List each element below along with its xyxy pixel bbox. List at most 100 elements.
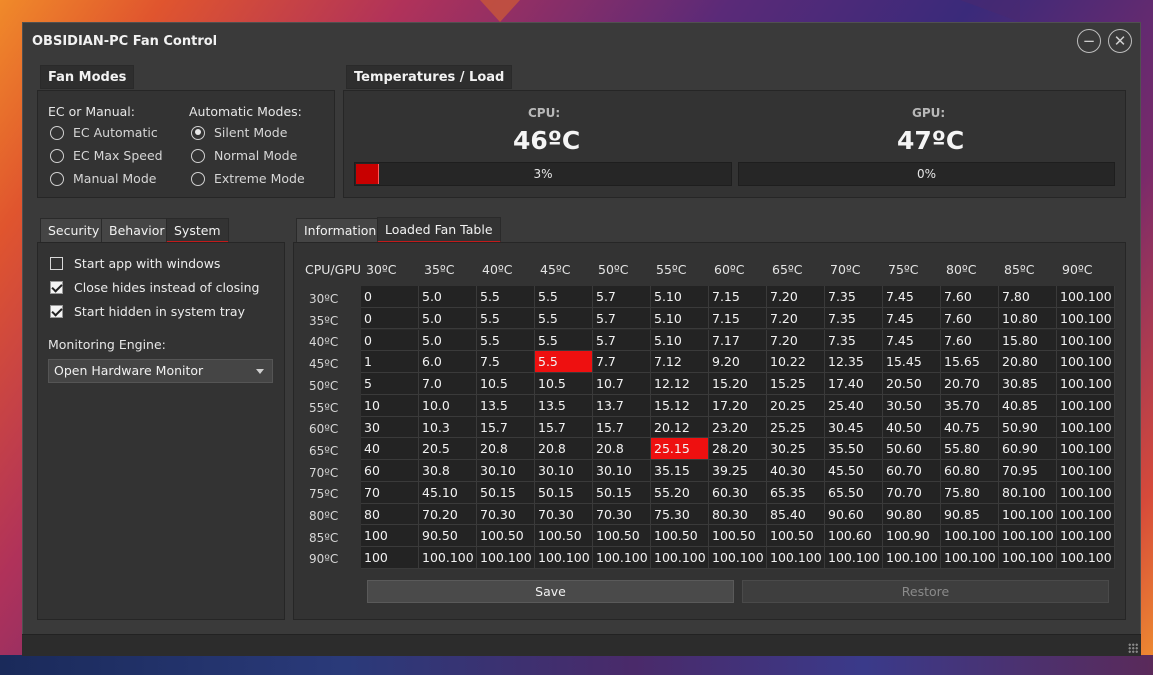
fan-table-cell[interactable]: 60.30 — [709, 481, 767, 504]
fan-table-cell[interactable]: 100.100 — [1057, 307, 1115, 330]
fan-table-cell[interactable]: 7.60 — [941, 286, 999, 308]
fan-table-cell[interactable]: 7.15 — [709, 307, 767, 330]
fan-table-cell[interactable]: 100.100 — [1057, 503, 1115, 526]
fan-table-cell[interactable]: 5.5 — [477, 307, 535, 330]
fan-table-cell[interactable]: 5.5 — [477, 329, 535, 352]
fan-table-cell[interactable]: 10.7 — [593, 373, 651, 395]
fan-table-cell[interactable]: 70.30 — [477, 503, 535, 526]
fan-table-cell[interactable]: 55.80 — [941, 438, 999, 461]
fan-table-cell[interactable]: 15.7 — [535, 416, 593, 439]
fan-table-cell[interactable]: 7.60 — [941, 329, 999, 352]
fan-table-cell[interactable]: 7.20 — [767, 286, 825, 308]
fan-table-cell[interactable]: 0 — [361, 286, 419, 308]
fan-table-cell[interactable]: 7.5 — [477, 351, 535, 373]
fan-table-cell[interactable]: 10.5 — [477, 373, 535, 395]
fan-table-cell[interactable]: 100.100 — [941, 547, 999, 569]
fan-table-cell[interactable]: 100.100 — [477, 547, 535, 569]
fan-table-cell[interactable]: 6.0 — [419, 351, 477, 373]
fan-table-cell[interactable]: 100.50 — [651, 525, 709, 548]
fan-table-cell[interactable]: 20.50 — [883, 373, 941, 395]
fan-table-cell[interactable]: 60 — [361, 460, 419, 482]
fan-table-cell[interactable]: 100.100 — [651, 547, 709, 569]
fan-table-cell[interactable]: 7.45 — [883, 329, 941, 352]
fan-table-cell[interactable]: 100.100 — [999, 547, 1057, 569]
fan-table-cell[interactable]: 1 — [361, 351, 419, 373]
checkbox-close-hides-instead-of-closing[interactable]: Close hides instead of closing — [50, 280, 259, 295]
fan-table-cell[interactable]: 5.5 — [535, 351, 593, 373]
fan-table-cell[interactable]: 35.50 — [825, 438, 883, 461]
fan-table-cell[interactable]: 70 — [361, 481, 419, 504]
tab-loaded-fan-table[interactable]: Loaded Fan Table — [377, 217, 501, 243]
fan-table-cell[interactable]: 50.90 — [999, 416, 1057, 439]
fan-table-cell[interactable]: 100 — [361, 547, 419, 569]
fan-table-cell[interactable]: 70.20 — [419, 503, 477, 526]
fan-table-cell[interactable]: 5.7 — [593, 307, 651, 330]
fan-table-cell[interactable]: 7.35 — [825, 329, 883, 352]
fan-table-cell[interactable]: 75.80 — [941, 481, 999, 504]
fan-table-cell[interactable]: 20.70 — [941, 373, 999, 395]
fan-table-cell[interactable]: 7.45 — [883, 286, 941, 308]
close-button[interactable]: ✕ — [1108, 29, 1132, 53]
fan-table-cell[interactable]: 100.100 — [709, 547, 767, 569]
fan-table-cell[interactable]: 30.10 — [477, 460, 535, 482]
fan-table-cell[interactable]: 5 — [361, 373, 419, 395]
fan-table-cell[interactable]: 20.80 — [999, 351, 1057, 373]
fan-table-cell[interactable]: 100.100 — [999, 503, 1057, 526]
fan-table-cell[interactable]: 7.35 — [825, 286, 883, 308]
fan-table-cell[interactable]: 15.20 — [709, 373, 767, 395]
fan-table-cell[interactable]: 100 — [361, 525, 419, 548]
fan-table-cell[interactable]: 25.40 — [825, 394, 883, 417]
ec-radio-ec-max-speed[interactable]: EC Max Speed — [50, 148, 163, 163]
fan-table-cell[interactable]: 5.0 — [419, 329, 477, 352]
fan-table-cell[interactable]: 17.20 — [709, 394, 767, 417]
fan-table-cell[interactable]: 12.35 — [825, 351, 883, 373]
fan-table-cell[interactable]: 7.15 — [709, 286, 767, 308]
fan-table-cell[interactable]: 9.20 — [709, 351, 767, 373]
fan-table-cell[interactable]: 45.10 — [419, 481, 477, 504]
fan-table-cell[interactable]: 85.40 — [767, 503, 825, 526]
fan-table-cell[interactable]: 100.100 — [1057, 394, 1115, 417]
fan-table-cell[interactable]: 100.100 — [1057, 373, 1115, 395]
tab-behavior[interactable]: Behavior — [101, 218, 173, 243]
fan-table-cell[interactable]: 5.10 — [651, 286, 709, 308]
fan-table-cell[interactable]: 15.80 — [999, 329, 1057, 352]
fan-table-cell[interactable]: 100.100 — [941, 525, 999, 548]
fan-table-cell[interactable]: 20.25 — [767, 394, 825, 417]
ec-radio-ec-automatic[interactable]: EC Automatic — [50, 125, 158, 140]
fan-table-cell[interactable]: 30.10 — [593, 460, 651, 482]
fan-table-cell[interactable]: 100.100 — [1057, 547, 1115, 569]
resize-grip-icon[interactable] — [1128, 643, 1138, 653]
fan-table-cell[interactable]: 50.60 — [883, 438, 941, 461]
tab-temperatures-load[interactable]: Temperatures / Load — [346, 65, 513, 89]
fan-table-cell[interactable]: 7.80 — [999, 286, 1057, 308]
fan-table-cell[interactable]: 100.50 — [767, 525, 825, 548]
fan-table-cell[interactable]: 50.15 — [477, 481, 535, 504]
fan-table-cell[interactable]: 100.100 — [593, 547, 651, 569]
fan-table-cell[interactable]: 60.80 — [941, 460, 999, 482]
fan-table-cell[interactable]: 7.60 — [941, 307, 999, 330]
fan-table-cell[interactable]: 5.10 — [651, 329, 709, 352]
fan-table-cell[interactable]: 25.25 — [767, 416, 825, 439]
fan-table-cell[interactable]: 40 — [361, 438, 419, 461]
fan-table-cell[interactable]: 45.50 — [825, 460, 883, 482]
fan-table-cell[interactable]: 15.12 — [651, 394, 709, 417]
fan-table-cell[interactable]: 10.3 — [419, 416, 477, 439]
auto-radio-normal-mode[interactable]: Normal Mode — [191, 148, 297, 163]
fan-table-cell[interactable]: 80.30 — [709, 503, 767, 526]
fan-table-cell[interactable]: 7.35 — [825, 307, 883, 330]
fan-table-cell[interactable]: 100.50 — [477, 525, 535, 548]
fan-table-cell[interactable]: 7.20 — [767, 329, 825, 352]
fan-table-cell[interactable]: 70.95 — [999, 460, 1057, 482]
fan-table-cell[interactable]: 5.7 — [593, 329, 651, 352]
fan-table-cell[interactable]: 100.100 — [1057, 438, 1115, 461]
fan-table-cell[interactable]: 100.100 — [767, 547, 825, 569]
fan-table-cell[interactable]: 50.15 — [593, 481, 651, 504]
fan-table-cell[interactable]: 100.50 — [535, 525, 593, 548]
fan-table-cell[interactable]: 12.12 — [651, 373, 709, 395]
fan-table-cell[interactable]: 30.85 — [999, 373, 1057, 395]
fan-table-cell[interactable]: 0 — [361, 307, 419, 330]
fan-table-cell[interactable]: 20.12 — [651, 416, 709, 439]
fan-table-cell[interactable]: 10.80 — [999, 307, 1057, 330]
fan-table-cell[interactable]: 15.7 — [593, 416, 651, 439]
fan-table-cell[interactable]: 30 — [361, 416, 419, 439]
